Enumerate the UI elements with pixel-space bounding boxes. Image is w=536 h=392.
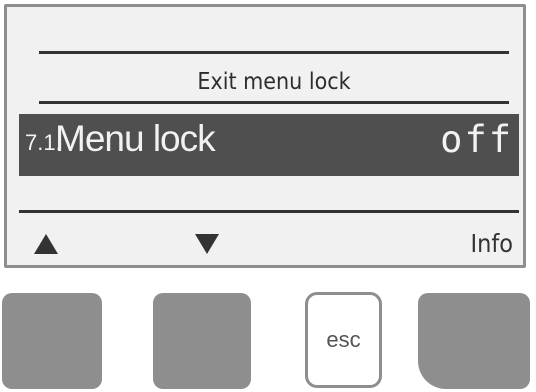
esc-button-label: esc [326,327,361,352]
softkey-info[interactable]: Info [470,229,513,258]
menu-heading: Exit menu lock [197,69,351,95]
lcd-display: Exit menu lock 7.1. Menu lock off Info [4,4,526,268]
hardware-button-2[interactable] [153,293,251,389]
menu-item-value: off [440,118,513,161]
hardware-button-4[interactable] [418,293,530,389]
softkey-up[interactable] [29,226,63,262]
softkey-down[interactable] [190,226,224,262]
selected-menu-item[interactable]: 7.1. Menu lock off [19,114,519,176]
divider-softkeys [19,210,519,213]
triangle-up-icon [34,234,58,254]
esc-button[interactable]: esc [305,292,382,388]
divider-top [39,51,509,54]
hardware-button-1[interactable] [2,293,102,389]
triangle-down-icon [195,234,219,254]
divider-heading [39,101,509,104]
menu-item-label: Menu lock [55,118,216,159]
